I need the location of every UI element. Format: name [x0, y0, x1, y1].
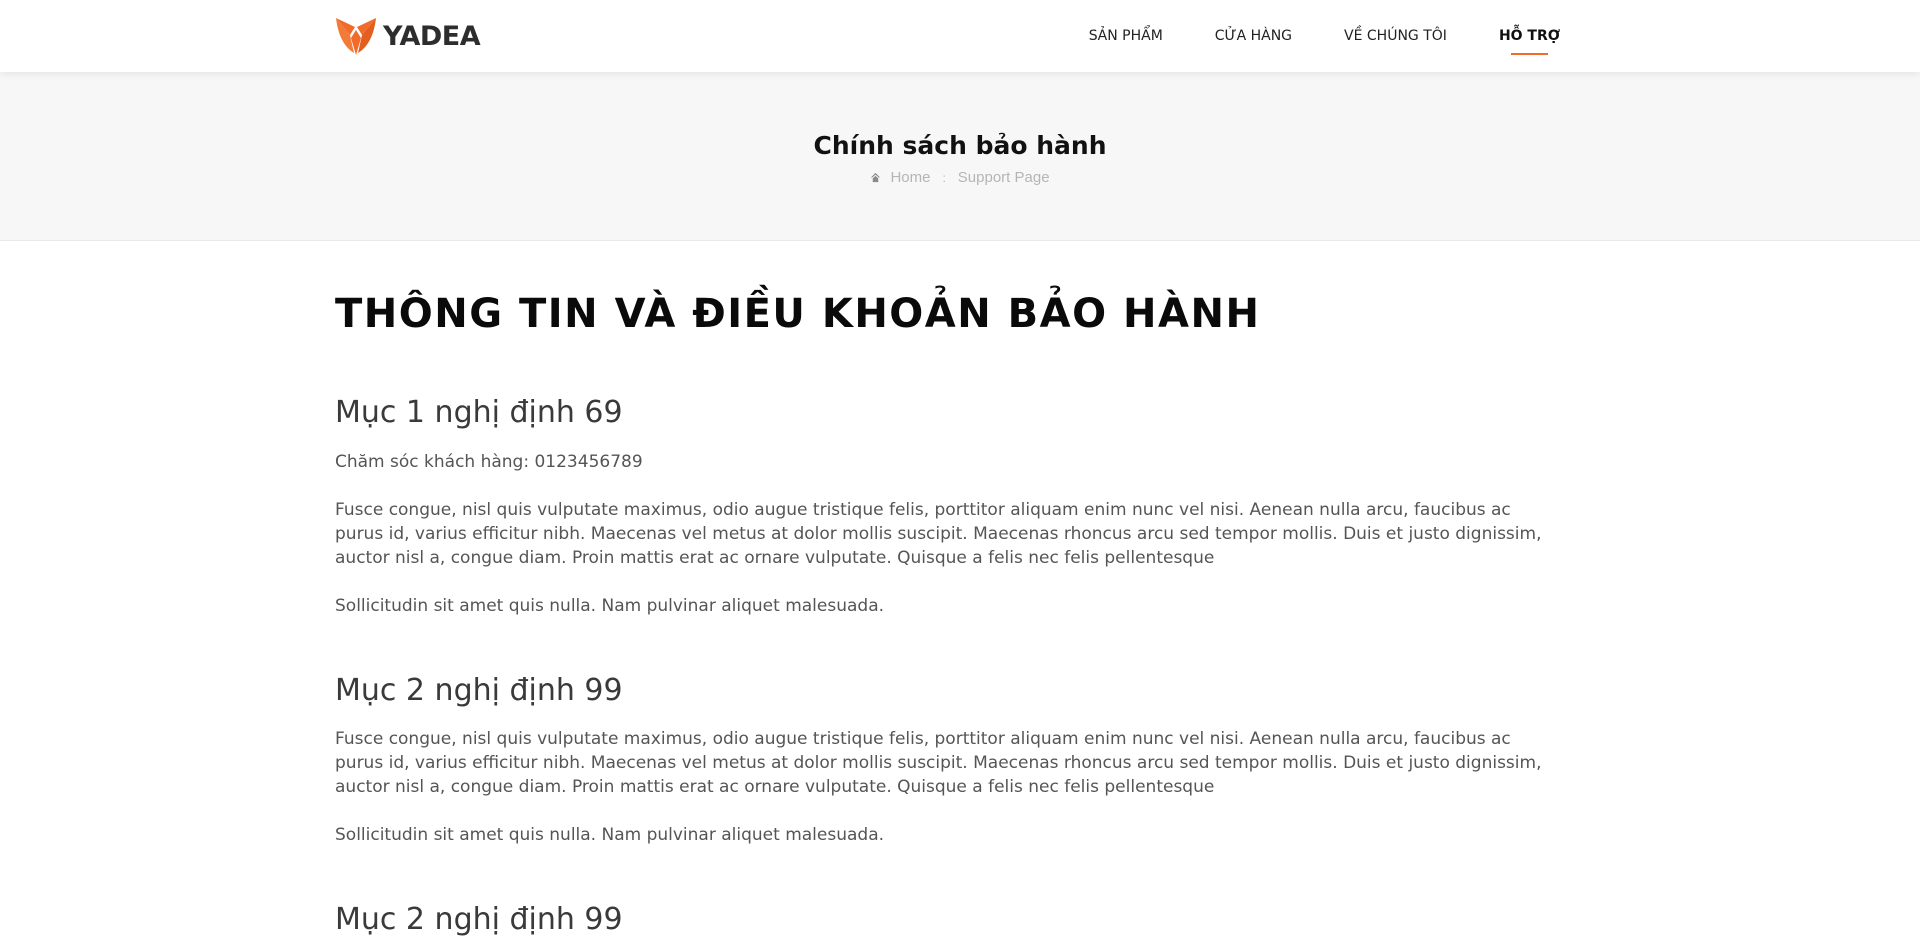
- nav-item-ve-chung-toi[interactable]: VỀ CHÚNG TÔI: [1344, 0, 1447, 72]
- nav-item-ho-tro-label: HỖ TRỢ: [1498, 28, 1560, 44]
- section-paragraph: Fusce congue, nisl quis vulputate maximu…: [335, 500, 1542, 568]
- site-header: YADEA SẢN PHẨM CỬA HÀNG VỀ CHÚNG TÔI HỖ …: [0, 0, 1920, 72]
- section-paragraph: Chăm sóc khách hàng: 0123456789: [335, 452, 643, 472]
- nav-item-ho-tro[interactable]: HỖ TRỢ: [1499, 0, 1560, 72]
- logo-link[interactable]: YADEA: [335, 15, 481, 57]
- breadcrumb-separator: :: [942, 170, 946, 185]
- logo-text: YADEA: [383, 20, 481, 52]
- section-paragraph: Fusce congue, nisl quis vulputate maximu…: [335, 729, 1542, 797]
- section-3: Mục 2 nghị định 99: [335, 901, 1560, 939]
- yadea-logo-icon: [336, 18, 376, 55]
- main-content: THÔNG TIN VÀ ĐIỀU KHOẢN BẢO HÀNH Mục 1 n…: [335, 240, 1560, 939]
- section-paragraph: Sollicitudin sit amet quis nulla. Nam pu…: [335, 825, 885, 845]
- section-title: Mục 2 nghị định 99: [335, 902, 623, 937]
- banner-title: Chính sách bảo hành: [813, 131, 1107, 160]
- section-title: Mục 2 nghị định 99: [335, 673, 623, 708]
- page-heading: THÔNG TIN VÀ ĐIỀU KHOẢN BẢO HÀNH: [335, 291, 1261, 337]
- section-1: Mục 1 nghị định 69 Chăm sóc khách hàng: …: [335, 394, 1560, 618]
- header-inner: YADEA SẢN PHẨM CỬA HÀNG VỀ CHÚNG TÔI HỖ …: [335, 0, 1560, 72]
- breadcrumb-home-link[interactable]: Home: [890, 169, 930, 186]
- section-2: Mục 2 nghị định 99 Fusce congue, nisl qu…: [335, 672, 1560, 847]
- breadcrumb: Home : Support Page: [0, 169, 1920, 186]
- breadcrumb-current: Support Page: [957, 169, 1050, 186]
- section-paragraph: Sollicitudin sit amet quis nulla. Nam pu…: [335, 596, 885, 616]
- nav-item-san-pham[interactable]: SẢN PHẨM: [1089, 0, 1163, 72]
- page-banner: Chính sách bảo hành Home : Support Page: [0, 72, 1920, 241]
- main-nav: SẢN PHẨM CỬA HÀNG VỀ CHÚNG TÔI HỖ TRỢ: [1037, 0, 1560, 72]
- home-icon: [871, 172, 881, 183]
- active-nav-underline: [1510, 53, 1548, 55]
- section-title: Mục 1 nghị định 69: [335, 395, 623, 430]
- nav-item-cua-hang[interactable]: CỬA HÀNG: [1215, 0, 1292, 72]
